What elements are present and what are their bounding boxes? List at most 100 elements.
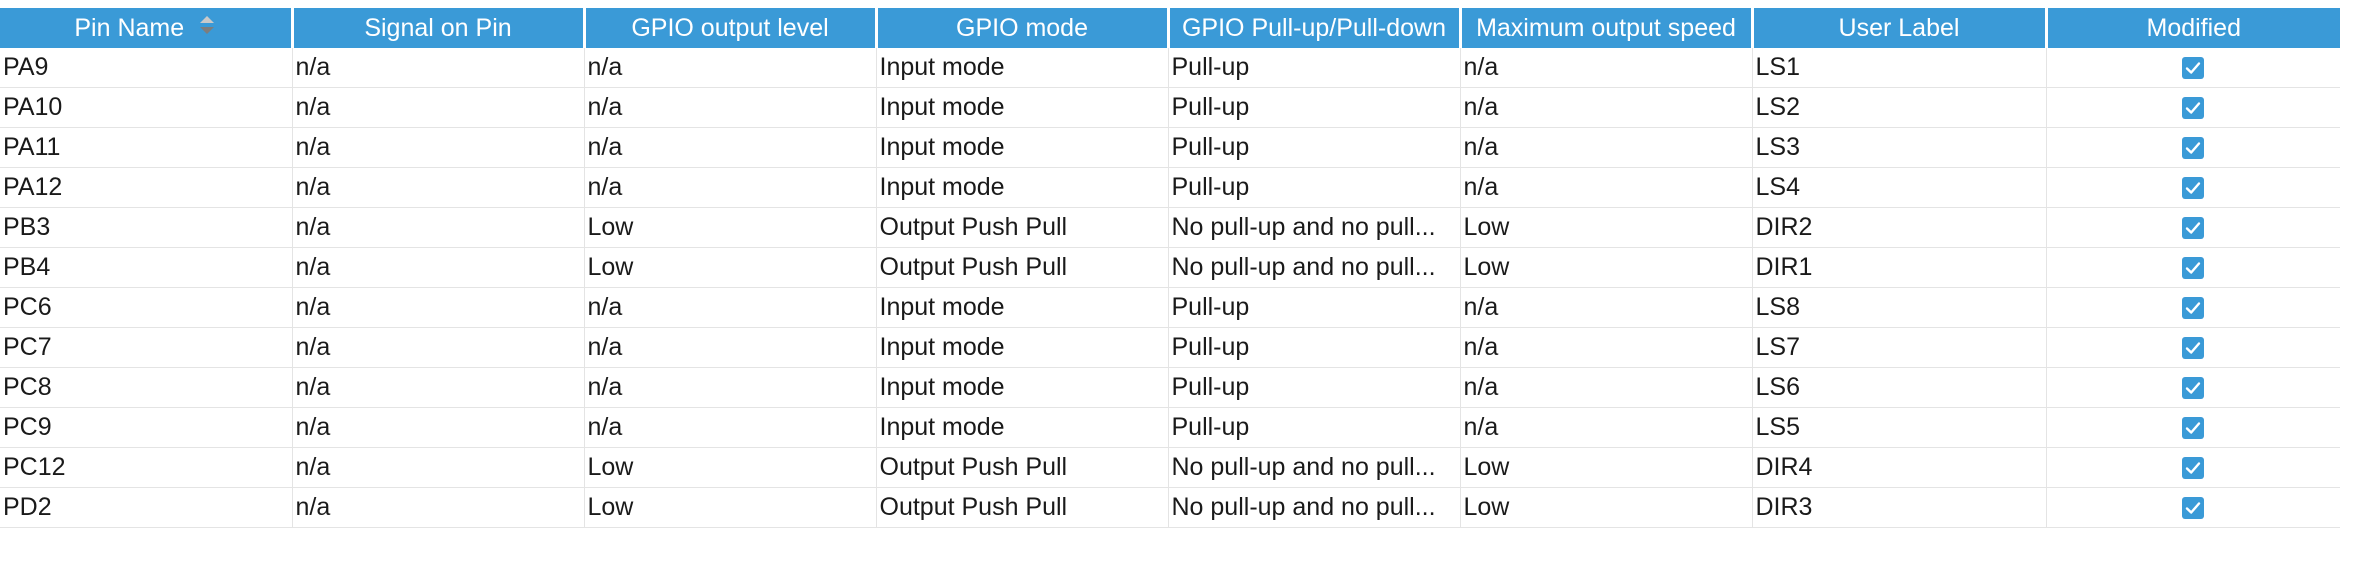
modified-checkbox[interactable]: [2182, 497, 2205, 520]
user-label-cell[interactable]: LS5: [1752, 407, 2047, 448]
modified-checkbox[interactable]: [2182, 57, 2205, 80]
output-level-cell: n/a: [584, 87, 877, 128]
column-header-label: GPIO output level: [631, 13, 829, 42]
pull-cell: Pull-up: [1168, 287, 1461, 328]
table-row[interactable]: PC8 n/a n/a Input mode Pull-up n/a LS6: [0, 367, 2340, 408]
speed-cell: n/a: [1460, 87, 1753, 128]
output-level-cell: Low: [584, 207, 877, 248]
table-row[interactable]: PA11 n/a n/a Input mode Pull-up n/a LS3: [0, 127, 2340, 168]
user-label-cell[interactable]: DIR3: [1752, 487, 2047, 528]
column-header-label: Signal on Pin: [364, 13, 512, 42]
checkmark-icon: [2186, 142, 2201, 155]
modified-cell: [2046, 367, 2340, 408]
user-label-cell[interactable]: LS2: [1752, 87, 2047, 128]
checkmark-icon: [2186, 62, 2201, 75]
modified-checkbox[interactable]: [2182, 457, 2205, 480]
checkmark-icon: [2186, 382, 2201, 395]
speed-cell: Low: [1460, 487, 1753, 528]
table-row[interactable]: PC12 n/a Low Output Push Pull No pull-up and…: [0, 447, 2340, 488]
column-header-max-output-speed[interactable]: Maximum output speed: [1460, 8, 1754, 48]
signal-cell: n/a: [292, 287, 585, 328]
table-row[interactable]: PD2 n/a Low Output Push Pull No pull-up and …: [0, 487, 2340, 528]
speed-cell: Low: [1460, 447, 1753, 488]
output-level-cell: n/a: [584, 327, 877, 368]
column-header-gpio-pull[interactable]: GPIO Pull-up/Pull-down: [1168, 8, 1462, 48]
modified-cell: [2046, 287, 2340, 328]
column-header-pin-name[interactable]: Pin Name: [0, 8, 294, 48]
column-header-signal-on-pin[interactable]: Signal on Pin: [292, 8, 586, 48]
gpio-mode-cell: Input mode: [876, 407, 1169, 448]
table-body: PA9 n/a n/a Input mode Pull-up n/a LS1 PA10 n/a n…: [0, 48, 2340, 528]
pin-name-cell: PC7: [0, 327, 293, 368]
column-header-gpio-mode[interactable]: GPIO mode: [876, 8, 1170, 48]
column-header-modified[interactable]: Modified: [2046, 8, 2340, 48]
user-label-cell[interactable]: DIR1: [1752, 247, 2047, 288]
table-row[interactable]: PC7 n/a n/a Input mode Pull-up n/a LS7: [0, 327, 2340, 368]
sort-arrows-icon[interactable]: [198, 15, 216, 35]
checkmark-icon: [2186, 222, 2201, 235]
checkmark-icon: [2186, 342, 2201, 355]
modified-cell: [2046, 247, 2340, 288]
table-row[interactable]: PB4 n/a Low Output Push Pull No pull-up and …: [0, 247, 2340, 288]
table-row[interactable]: PB3 n/a Low Output Push Pull No pull-up and …: [0, 207, 2340, 248]
output-level-cell: n/a: [584, 167, 877, 208]
modified-checkbox[interactable]: [2182, 257, 2205, 280]
column-header-label: Modified: [2146, 13, 2242, 42]
pull-cell: Pull-up: [1168, 48, 1461, 88]
modified-cell: [2046, 87, 2340, 128]
user-label-cell[interactable]: DIR2: [1752, 207, 2047, 248]
user-label-cell[interactable]: LS6: [1752, 367, 2047, 408]
signal-cell: n/a: [292, 487, 585, 528]
user-label-cell[interactable]: LS1: [1752, 48, 2047, 88]
checkmark-icon: [2186, 502, 2201, 515]
modified-checkbox[interactable]: [2182, 137, 2205, 160]
modified-checkbox[interactable]: [2182, 337, 2205, 360]
pin-name-cell: PC6: [0, 287, 293, 328]
table-row[interactable]: PA10 n/a n/a Input mode Pull-up n/a LS2: [0, 87, 2340, 128]
table-row[interactable]: PA9 n/a n/a Input mode Pull-up n/a LS1: [0, 48, 2340, 88]
column-header-label: User Label: [1838, 13, 1960, 42]
user-label-cell[interactable]: LS8: [1752, 287, 2047, 328]
column-header-gpio-output-level[interactable]: GPIO output level: [584, 8, 878, 48]
pin-name-cell: PB4: [0, 247, 293, 288]
modified-cell: [2046, 48, 2340, 88]
pull-cell: Pull-up: [1168, 87, 1461, 128]
checkmark-icon: [2186, 422, 2201, 435]
output-level-cell: Low: [584, 447, 877, 488]
column-header-user-label[interactable]: User Label: [1752, 8, 2048, 48]
pin-name-cell: PC12: [0, 447, 293, 488]
modified-cell: [2046, 407, 2340, 448]
column-header-label: GPIO Pull-up/Pull-down: [1181, 13, 1446, 42]
gpio-mode-cell: Input mode: [876, 87, 1169, 128]
pin-name-cell: PA9: [0, 48, 293, 88]
table-row[interactable]: PA12 n/a n/a Input mode Pull-up n/a LS4: [0, 167, 2340, 208]
modified-checkbox[interactable]: [2182, 297, 2205, 320]
table-row[interactable]: PC9 n/a n/a Input mode Pull-up n/a LS5: [0, 407, 2340, 448]
table-row[interactable]: PC6 n/a n/a Input mode Pull-up n/a LS8: [0, 287, 2340, 328]
speed-cell: n/a: [1460, 367, 1753, 408]
pull-cell: Pull-up: [1168, 327, 1461, 368]
user-label-cell[interactable]: LS7: [1752, 327, 2047, 368]
output-level-cell: n/a: [584, 367, 877, 408]
speed-cell: n/a: [1460, 327, 1753, 368]
output-level-cell: Low: [584, 247, 877, 288]
column-header-label: Maximum output speed: [1476, 13, 1736, 42]
modified-checkbox[interactable]: [2182, 217, 2205, 240]
pull-cell: Pull-up: [1168, 407, 1461, 448]
user-label-cell[interactable]: DIR4: [1752, 447, 2047, 488]
gpio-pin-table-container: Pin Name Signal on Pin GPIO output level…: [0, 8, 2340, 528]
speed-cell: n/a: [1460, 407, 1753, 448]
signal-cell: n/a: [292, 167, 585, 208]
gpio-mode-cell: Output Push Pull: [876, 247, 1169, 288]
user-label-cell[interactable]: LS3: [1752, 127, 2047, 168]
speed-cell: n/a: [1460, 287, 1753, 328]
modified-checkbox[interactable]: [2182, 177, 2205, 200]
user-label-cell[interactable]: LS4: [1752, 167, 2047, 208]
modified-checkbox[interactable]: [2182, 97, 2205, 120]
modified-checkbox[interactable]: [2182, 377, 2205, 400]
modified-cell: [2046, 487, 2340, 528]
pin-name-cell: PA11: [0, 127, 293, 168]
pin-name-cell: PB3: [0, 207, 293, 248]
speed-cell: n/a: [1460, 127, 1753, 168]
modified-checkbox[interactable]: [2182, 417, 2205, 440]
